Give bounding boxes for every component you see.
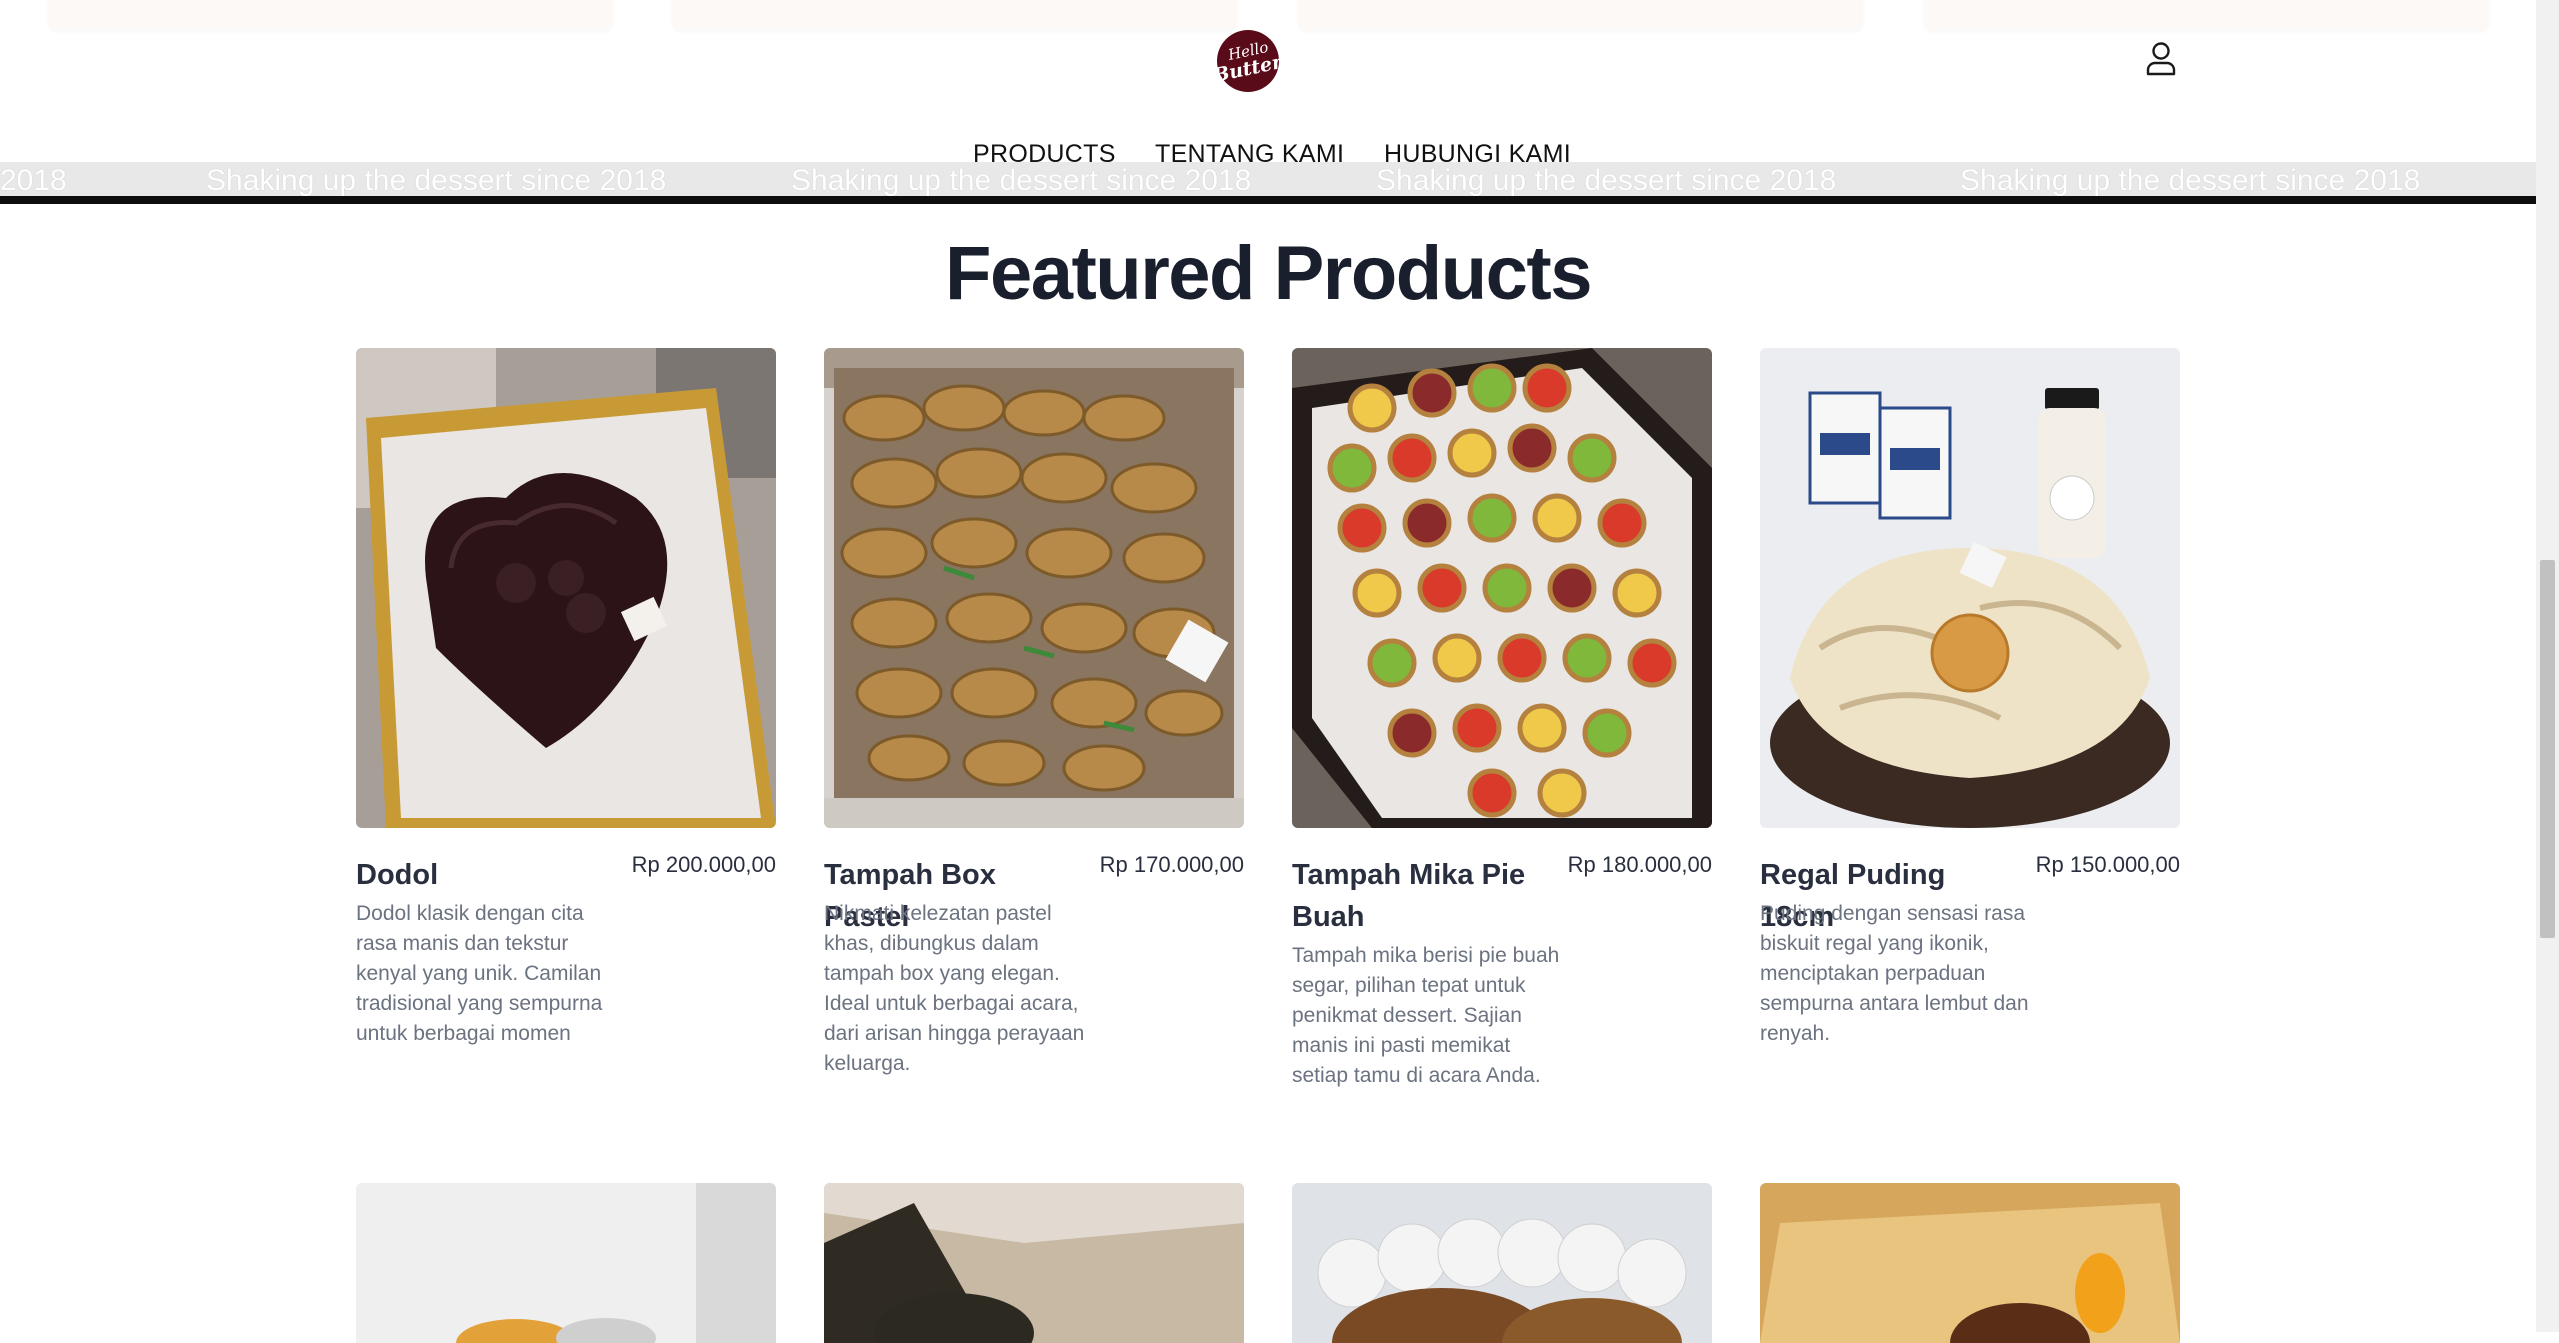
product-price: Rp 200.000,00 [631,852,776,877]
product-image[interactable] [1760,348,2180,828]
scrollbar-thumb[interactable] [2540,560,2555,938]
strip-card [48,0,613,30]
product-description: Nikmati kelezatan pastel khas, dibungkus… [824,902,1085,1075]
logo-text-line2: Butter [1211,50,1285,87]
strip-card [1924,0,2489,30]
product-price: Rp 150.000,00 [2035,852,2180,877]
section-title: Featured Products [945,231,1592,316]
product-image[interactable] [1292,348,1712,828]
user-account-icon[interactable] [2145,40,2177,76]
product-description: Puding dengan sensasi rasa biskuit regal… [1760,902,2029,1045]
product-description: Dodol klasik dengan cita rasa manis dan … [356,902,603,1045]
top-card-strip [0,0,2536,32]
nav-tentang-kami[interactable]: TENTANG KAMI [1155,140,1344,169]
product-image[interactable] [824,1183,1244,1343]
product-image[interactable] [1760,1183,2180,1343]
product-price: Rp 170.000,00 [1099,852,1244,877]
brand-logo[interactable]: Hello Butter [1212,30,1284,92]
nav-products[interactable]: PRODUCTS [973,140,1116,169]
strip-card [672,0,1237,30]
product-image[interactable] [356,348,776,828]
strip-card [1298,0,1863,30]
nav-hubungi-kami[interactable]: HUBUNGI KAMI [1384,140,1571,169]
product-image[interactable] [1292,1183,1712,1343]
main-nav: PRODUCTS TENTANG KAMI HUBUNGI KAMI [0,140,2536,178]
product-image[interactable] [824,348,1244,828]
product-price: Rp 180.000,00 [1567,852,1712,877]
product-name[interactable]: Dodol [356,854,616,896]
product-description: Tampah mika berisi pie buah segar, pilih… [1292,944,1560,1087]
marquee-divider [0,196,2536,204]
page-scrollbar[interactable] [2536,0,2559,1332]
product-name[interactable]: Tampah Mika Pie Buah [1292,854,1552,938]
product-image[interactable] [356,1183,776,1343]
